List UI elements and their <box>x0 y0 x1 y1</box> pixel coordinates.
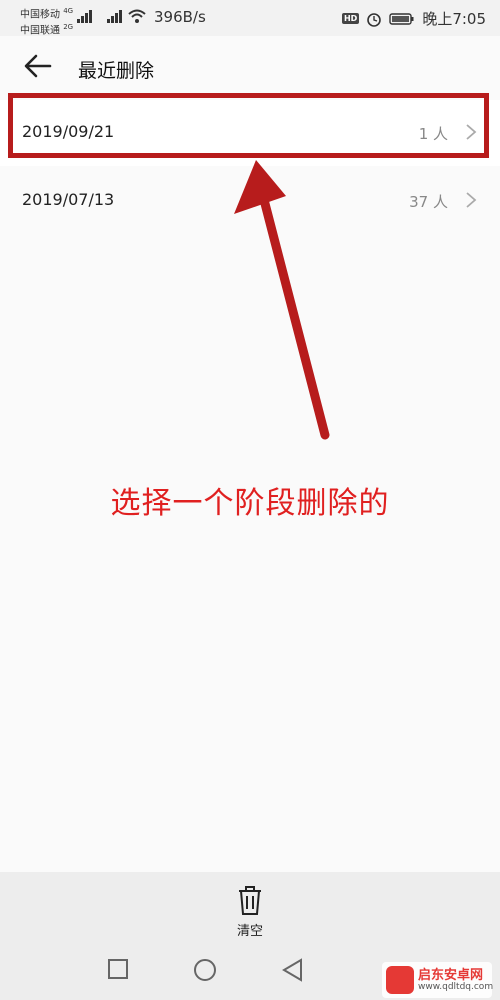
watermark-url: www.qdltdq.com <box>418 982 494 992</box>
trash-icon[interactable] <box>235 884 265 916</box>
annotation-arrow <box>234 160 330 440</box>
annotation-text: 选择一个阶段删除的 <box>110 486 390 521</box>
home-icon[interactable] <box>193 958 219 984</box>
watermark: 启东安卓网 www.qdltdq.com <box>382 962 494 998</box>
watermark-logo-icon <box>386 966 414 994</box>
watermark-title: 启东安卓网 <box>418 968 484 983</box>
clear-button-label[interactable]: 清空 <box>0 920 500 939</box>
recent-apps-icon[interactable] <box>107 958 131 982</box>
back-nav-icon[interactable] <box>281 958 305 984</box>
